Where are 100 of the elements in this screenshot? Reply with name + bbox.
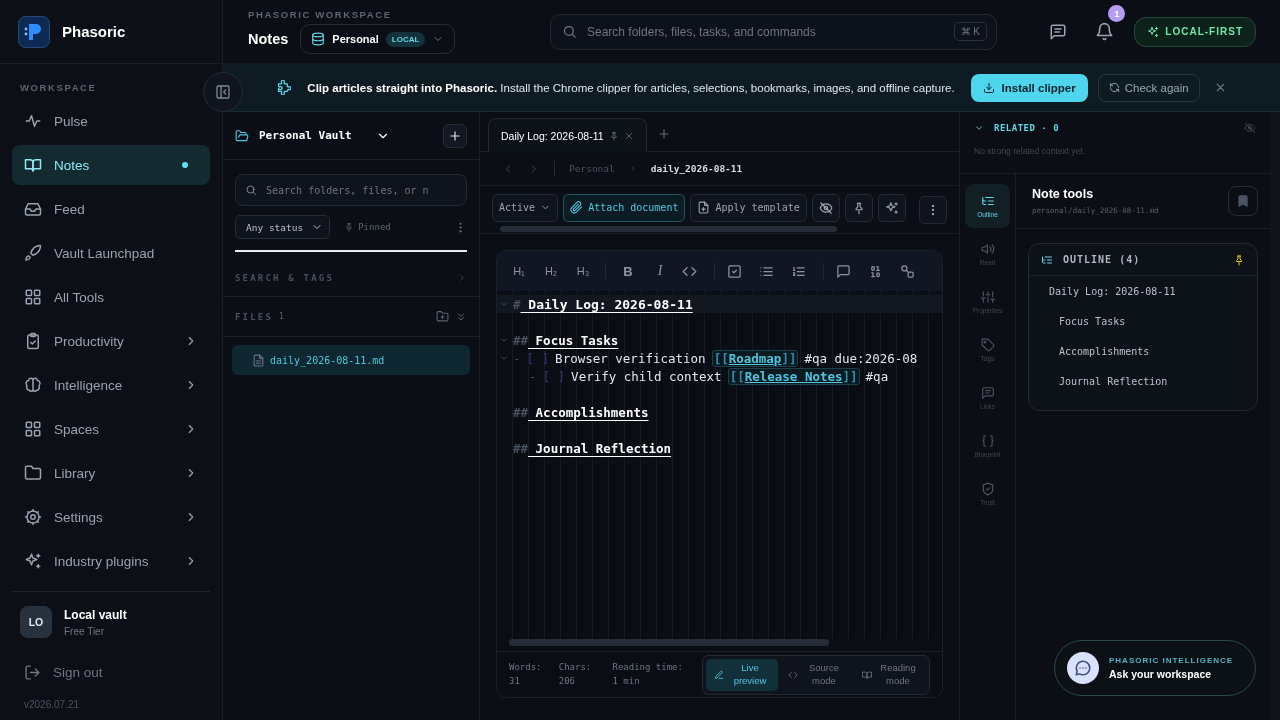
outline-title: OUTLINE (4): [1063, 254, 1142, 265]
refresh-icon: [1108, 82, 1120, 93]
app-name: Phasoric: [62, 23, 126, 40]
workspace-switcher[interactable]: Personal LOCAL: [300, 24, 456, 54]
nav-item[interactable]: Spaces: [12, 409, 210, 449]
ai-button[interactable]: [877, 193, 906, 222]
sparkles-icon: [884, 200, 899, 215]
nav-item[interactable]: Feed: [12, 189, 210, 229]
format-button[interactable]: H₁: [509, 265, 529, 277]
sparkles-icon: [24, 552, 42, 570]
nav-item[interactable]: Industry plugins: [12, 541, 210, 581]
file-count: 1: [279, 312, 284, 321]
eye-off-icon: [818, 200, 833, 215]
section-label: WORKSPACE: [19, 81, 98, 95]
task-line: - [ ] Verify child context [[Release Notes]] #qa: [528, 368, 889, 384]
outline-item[interactable]: Daily Log: 2026-08-11: [1029, 276, 1257, 306]
vault-switcher[interactable]: Personal Vault: [235, 128, 390, 143]
clipboard-icon: [24, 332, 42, 350]
heading-line: # Daily Log: 2026-08-11: [513, 296, 693, 312]
heading-line: ## Journal Reflection: [513, 440, 672, 456]
related-toggle[interactable]: RELATED · 0: [974, 123, 1060, 133]
inbox-icon: [24, 200, 42, 218]
book-icon: [862, 669, 872, 680]
nav-item[interactable]: All Tools: [12, 277, 210, 317]
tag-icon: [980, 338, 995, 352]
outline-icon: [1041, 253, 1053, 266]
view-mode-tab[interactable]: Live preview: [706, 658, 778, 691]
folder-plus-icon[interactable]: [436, 310, 449, 323]
checkbox-icon: [727, 263, 742, 279]
outline-icon: [980, 194, 995, 208]
close-icon[interactable]: [623, 130, 634, 141]
check-again-button[interactable]: Check again: [1097, 73, 1200, 102]
breadcrumb-item[interactable]: daily_2026-08-11: [650, 163, 743, 174]
file-search-field[interactable]: Search folders, files, or n: [235, 174, 467, 206]
shapes-icon: [900, 263, 915, 279]
action-button[interactable]: Attach document: [563, 193, 686, 222]
wiki-link[interactable]: [[Release Notes]]: [727, 367, 860, 385]
wiki-link[interactable]: [[Roadmap]]: [711, 349, 799, 367]
format-button[interactable]: H₂: [541, 265, 561, 277]
nav-item[interactable]: Library: [12, 453, 210, 493]
nav-item[interactable]: Vault Launchpad: [12, 233, 210, 273]
nav-item[interactable]: Notes: [12, 145, 210, 185]
status-filter[interactable]: Any status: [235, 215, 331, 239]
logo-icon: [18, 15, 50, 48]
rocket-icon: [24, 244, 42, 262]
message-icon: [1049, 22, 1068, 41]
format-button[interactable]: I: [650, 263, 670, 279]
eye-off-icon[interactable]: [1244, 122, 1256, 134]
new-tab-button[interactable]: [656, 127, 671, 141]
note-tab[interactable]: Daily Log: 2026-08-11: [488, 118, 647, 152]
local-first-badge: LOCAL-FIRST: [1134, 16, 1256, 47]
view-mode-tab[interactable]: Reading mode: [854, 658, 926, 691]
hide-button[interactable]: [811, 193, 840, 222]
stat-label: Words: 31: [509, 661, 543, 688]
scrollbar[interactable]: [500, 225, 837, 232]
nav-item[interactable]: Settings: [12, 497, 210, 537]
chat-icon: [1074, 659, 1092, 677]
file-item[interactable]: daily_2026-08-11.md: [232, 345, 470, 375]
collapse-icon[interactable]: [455, 310, 467, 323]
action-button[interactable]: Apply template: [690, 193, 807, 222]
pulse-icon: [24, 112, 42, 130]
nav-item[interactable]: Productivity: [12, 321, 210, 361]
assistant-button[interactable]: PHASORIC INTELLIGENCE Ask your workspace: [1054, 640, 1256, 696]
outline-item[interactable]: Focus Tasks: [1029, 306, 1257, 336]
scrollbar[interactable]: [509, 639, 830, 646]
outline-item[interactable]: Journal Reflection: [1029, 366, 1257, 396]
page-title: Notes: [248, 31, 289, 47]
local-badge: LOCAL: [385, 31, 426, 47]
pin-icon[interactable]: [1233, 253, 1245, 266]
view-mode-tab[interactable]: Source mode: [780, 658, 852, 691]
collapse-sidebar-button[interactable]: [203, 72, 243, 112]
banner-message: Clip articles straight into Phasoric. Install the Chrome clipper for articles, selections, bookmarks, images, and offline capture.: [307, 81, 955, 94]
install-clipper-button[interactable]: Install clipper: [970, 73, 1088, 102]
sign-out-link[interactable]: Sign out: [0, 648, 222, 681]
comment-icon: [836, 263, 851, 279]
sparkles-icon: [1147, 25, 1160, 38]
version-label: v2026.07.21: [23, 698, 81, 712]
grid-icon: [24, 420, 42, 438]
folder-icon: [24, 464, 42, 482]
sliders-icon: [980, 290, 995, 304]
paperclip-icon: [570, 201, 584, 214]
nav-item[interactable]: Pulse: [12, 101, 210, 141]
new-note-button[interactable]: [443, 123, 467, 148]
empty-message: No strong related context yet.: [974, 146, 1087, 156]
plus-icon: [656, 127, 671, 141]
nav-item[interactable]: Intelligence: [12, 365, 210, 405]
speaker-icon: [980, 242, 995, 256]
plus-icon: [448, 128, 462, 143]
avatar: LO: [20, 606, 52, 638]
bookmark-button[interactable]: [1228, 186, 1258, 216]
chevron-icon: [974, 123, 984, 133]
status-select[interactable]: Active: [492, 193, 559, 222]
format-button[interactable]: H₃: [573, 265, 593, 277]
section-label: SEARCH & TAGS: [235, 273, 335, 283]
book-icon: [24, 156, 42, 174]
task-line: - [ ] Browser verification [[Roadmap]] #qa due:2026-08: [513, 350, 918, 366]
account-plan: Free Tier: [64, 625, 105, 637]
outline-item[interactable]: Accomplishments: [1029, 336, 1257, 366]
pin-button[interactable]: [844, 193, 873, 222]
format-button[interactable]: B: [618, 263, 638, 279]
